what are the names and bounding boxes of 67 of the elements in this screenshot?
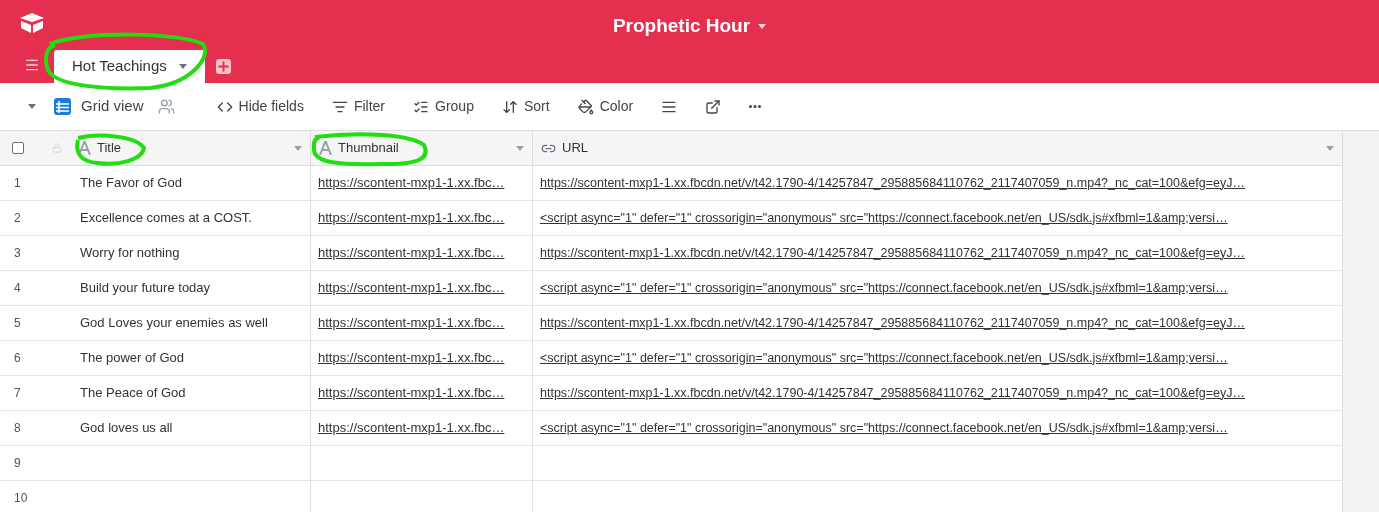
lock-icon <box>52 143 62 153</box>
table-cell-text: God loves us all <box>80 419 173 438</box>
caret-icon <box>178 64 187 69</box>
row-number: 3 <box>13 245 22 262</box>
caret-icon <box>1326 145 1334 151</box>
table-cell-text: https://scontent-mxp1-1.xx.fbc… <box>318 209 505 228</box>
row-number: 6 <box>13 350 22 367</box>
row-number: 5 <box>13 315 22 332</box>
logo-icon[interactable] <box>19 13 45 33</box>
table-tab[interactable]: Hot Teachings <box>54 50 205 83</box>
menu-icon[interactable] <box>24 57 40 73</box>
table-cell-text: Worry for nothing <box>80 244 180 263</box>
table-cell-text: https://scontent-mxp1-1.xx.fbc… <box>318 279 505 298</box>
group-button[interactable]: Group <box>405 92 482 121</box>
table-cell-text: https://scontent-mxp1-1.xx.fbc… <box>318 314 505 333</box>
caret-icon <box>758 23 767 29</box>
table-cell-text: https://scontent-mxp1-1.xx.fbc… <box>318 419 505 438</box>
row-number: 7 <box>13 385 22 402</box>
url-link[interactable]: <script async="1" defer="1" crossorigin="anonymous" src="https://connect.facebook.net/en_US/sdk.js#xfbml=1&amp;versi… <box>540 278 1228 298</box>
url-link[interactable]: https://scontent-mxp1-1.xx.fbcdn.net/v/t42.1790-4/14257847_295885684110762_2117407059_n.mp4?_nc_cat=100&efg=eyJ… <box>540 313 1245 333</box>
table-cell-text: https://scontent-mxp1-1.xx.fbc… <box>318 244 505 263</box>
column-title: URL <box>562 139 589 158</box>
view-name[interactable]: Grid view <box>81 95 144 118</box>
sort-button[interactable]: Sort <box>493 92 558 121</box>
row-number: 4 <box>13 280 22 297</box>
hide-fields-button[interactable]: Hide fields <box>208 92 312 121</box>
url-link[interactable]: https://scontent-mxp1-1.xx.fbcdn.net/v/t42.1790-4/14257847_295885684110762_2117407059_n.mp4?_nc_cat=100&efg=eyJ… <box>540 173 1245 193</box>
column-header[interactable]: Title <box>70 131 311 165</box>
caret-icon <box>516 145 524 151</box>
tab-label: Hot Teachings <box>72 56 167 77</box>
toolbar-icon <box>577 98 594 115</box>
base-title[interactable]: Prophetic Hour <box>612 12 751 41</box>
caret-icon <box>28 104 36 109</box>
grid-icon <box>54 98 71 115</box>
row-number: 9 <box>13 455 22 472</box>
row-number: 8 <box>13 420 22 437</box>
table-cell-text: Build your future today <box>80 279 211 298</box>
row-number: 10 <box>13 490 29 507</box>
select-all-checkbox[interactable] <box>12 142 24 154</box>
people-icon[interactable] <box>157 98 175 115</box>
table-cell-text: God Loves your enemies as well <box>80 314 268 333</box>
url-link[interactable]: https://scontent-mxp1-1.xx.fbcdn.net/v/t42.1790-4/14257847_295885684110762_2117407059_n.mp4?_nc_cat=100&efg=eyJ… <box>540 383 1245 403</box>
caret-icon <box>294 145 302 151</box>
filter-button[interactable]: Filter <box>323 92 393 121</box>
table-cell-text: https://scontent-mxp1-1.xx.fbc… <box>318 384 505 403</box>
table-cell-text: https://scontent-mxp1-1.xx.fbc… <box>318 349 505 368</box>
column-header[interactable]: Thumbnail <box>311 131 533 165</box>
table-cell-text: The Favor of God <box>80 174 182 193</box>
table-cell-text: https://scontent-mxp1-1.xx.fbc… <box>318 174 505 193</box>
url-link[interactable]: <script async="1" defer="1" crossorigin="anonymous" src="https://connect.facebook.net/en_US/sdk.js#xfbml=1&amp;versi… <box>540 348 1228 368</box>
url-link[interactable]: <script async="1" defer="1" crossorigin="anonymous" src="https://connect.facebook.net/en_US/sdk.js#xfbml=1&amp;versi… <box>540 418 1228 438</box>
row-number: 1 <box>13 175 22 192</box>
more-icon <box>749 105 762 108</box>
url-link[interactable]: https://scontent-mxp1-1.xx.fbcdn.net/v/t42.1790-4/14257847_295885684110762_2117407059_n.mp4?_nc_cat=100&efg=eyJ… <box>540 243 1245 263</box>
column-title: Thumbnail <box>338 139 400 158</box>
color-button[interactable]: Color <box>569 92 642 121</box>
text-type-icon <box>319 141 332 155</box>
add-table-icon[interactable] <box>215 59 231 74</box>
table-cell-text: Excellence comes at a COST. <box>80 209 252 228</box>
table-cell-text: The Peace of God <box>80 384 186 403</box>
row-number: 2 <box>13 210 22 227</box>
table-cell-text: The power of God <box>80 349 185 368</box>
column-title: Title <box>97 139 123 158</box>
toolbar-icon <box>705 98 722 115</box>
text-type-icon <box>78 141 91 155</box>
toolbar-icon <box>501 98 518 115</box>
url-link[interactable]: <script async="1" defer="1" crossorigin="anonymous" src="https://connect.facebook.net/en_US/sdk.js#xfbml=1&amp;versi… <box>540 208 1228 228</box>
